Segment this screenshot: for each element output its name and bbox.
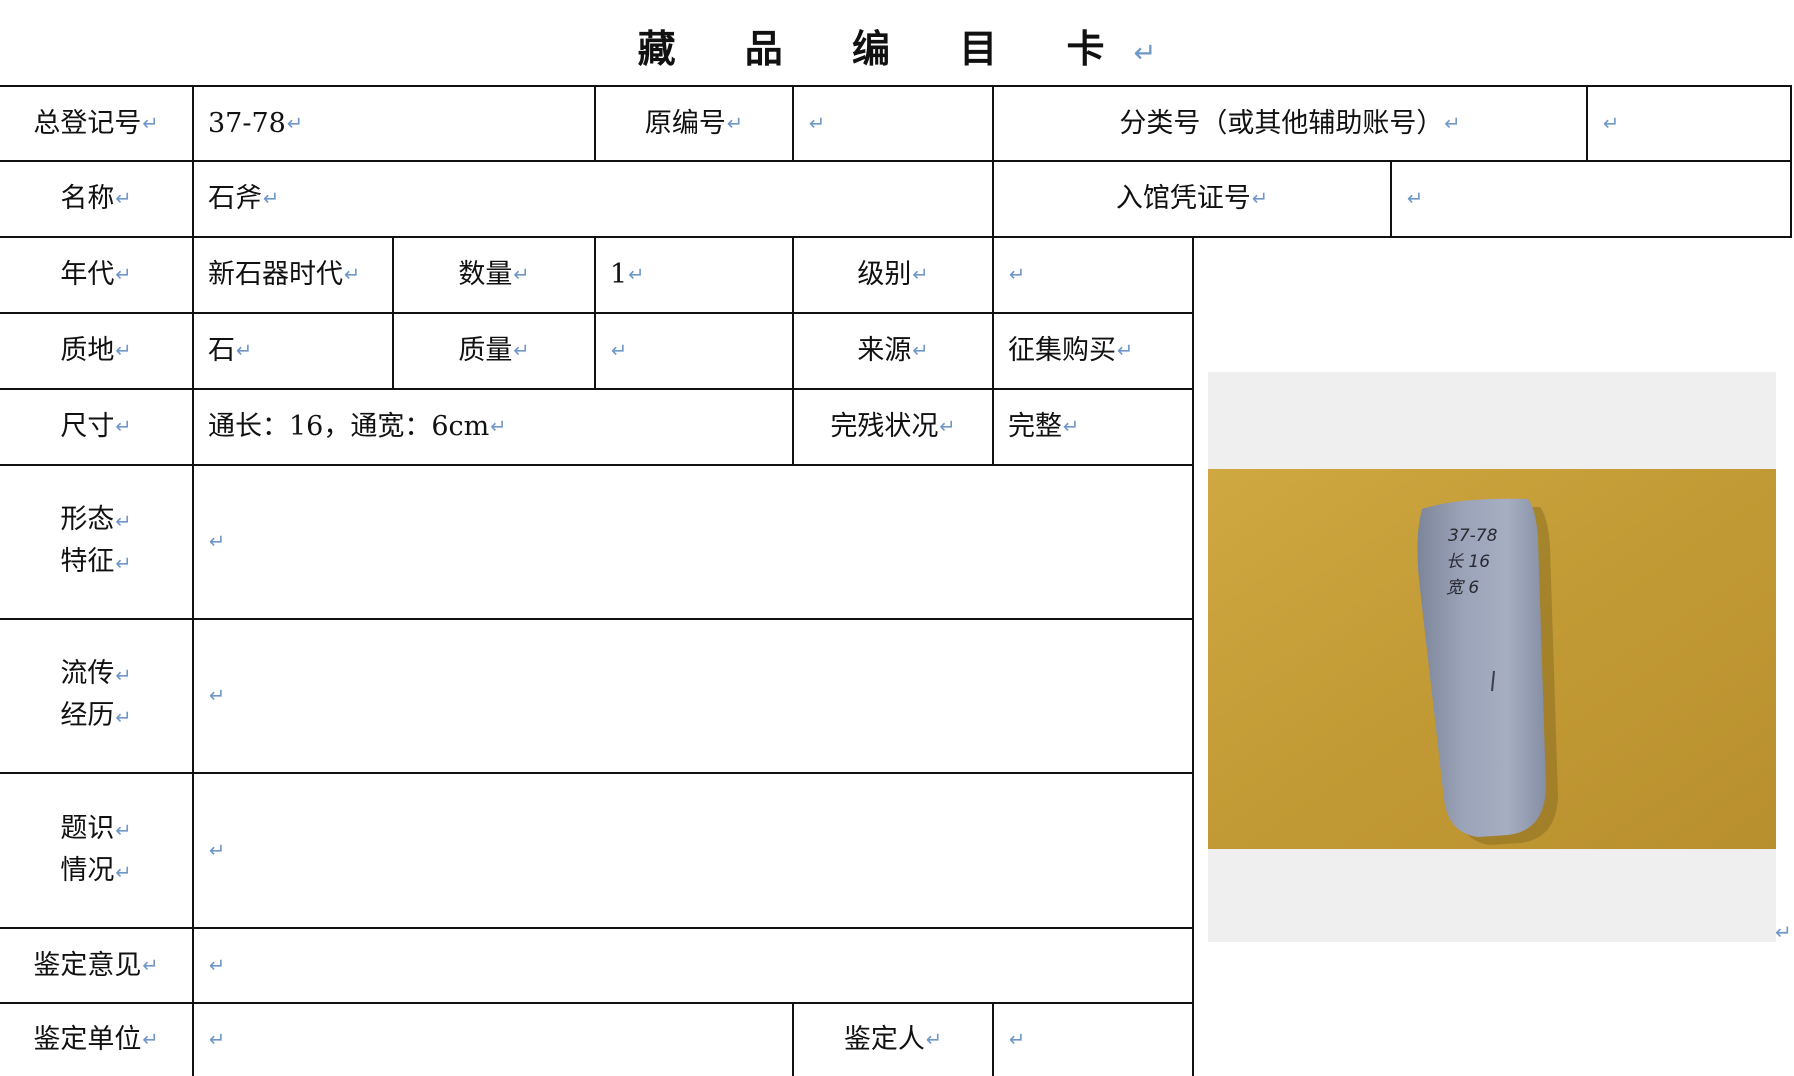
- paragraph-mark-icon: ↵: [209, 1028, 226, 1051]
- grade-label: 级别 ↵: [794, 238, 992, 312]
- grid-line: [1192, 236, 1194, 1076]
- paragraph-mark-icon: ↵: [1009, 263, 1026, 286]
- paragraph-mark-icon: ↵: [115, 339, 132, 362]
- paragraph-mark-icon: ↵: [142, 1028, 159, 1051]
- stone-axe-photo: 37-78 长 16 宽 6: [1208, 469, 1776, 849]
- opinion-value[interactable]: ↵: [194, 929, 1192, 1002]
- size-value[interactable]: 通长：16，通宽：6cm ↵: [194, 390, 792, 464]
- paragraph-mark-icon: ↵: [115, 664, 132, 687]
- name-value[interactable]: 石斧 ↵: [194, 162, 992, 236]
- history-label: 流传↵ 经历↵: [60, 658, 132, 731]
- paragraph-mark-icon: ↵: [1603, 111, 1620, 135]
- paragraph-mark-icon: ↵: [939, 415, 956, 438]
- inscription-value[interactable]: ↵: [194, 774, 1192, 927]
- orig-no-label: 原编号 ↵: [596, 87, 792, 160]
- paragraph-mark-icon: ↵: [209, 684, 226, 707]
- paragraph-mark-icon: ↵: [611, 339, 628, 362]
- paragraph-mark-icon: ↵: [236, 339, 253, 362]
- unit-label: 鉴定单位 ↵: [0, 1004, 192, 1076]
- size-label: 尺寸 ↵: [0, 390, 192, 464]
- paragraph-mark-icon: ↵: [115, 860, 132, 884]
- era-label: 年代 ↵: [0, 238, 192, 312]
- era-value[interactable]: 新石器时代 ↵: [194, 238, 392, 312]
- paragraph-mark-icon: ↵: [142, 111, 159, 135]
- mass-value[interactable]: ↵: [596, 314, 792, 388]
- paragraph-mark-icon: ↵: [209, 953, 226, 977]
- paragraph-mark-icon: ↵: [490, 415, 507, 438]
- grade-value[interactable]: ↵: [994, 238, 1192, 312]
- handwriting-line: 长 16: [1446, 552, 1490, 572]
- photo-frame: 37-78 长 16 宽 6: [1208, 372, 1776, 942]
- paragraph-mark-icon: ↵: [628, 263, 645, 286]
- appraiser-label: 鉴定人 ↵: [794, 1004, 992, 1076]
- paragraph-mark-icon: ↵: [1407, 187, 1424, 210]
- mass-label: 质量 ↵: [394, 314, 594, 388]
- paragraph-mark-icon: ↵: [115, 552, 132, 575]
- paragraph-mark-icon: ↵: [209, 530, 226, 553]
- inscription-label: 题识↵ 情况↵: [60, 812, 132, 886]
- paragraph-mark-icon: ↵: [263, 187, 280, 210]
- paragraph-mark-icon: ↵: [912, 263, 929, 286]
- condition-value[interactable]: 完整 ↵: [994, 390, 1192, 464]
- qty-label: 数量 ↵: [394, 238, 594, 312]
- paragraph-mark-icon: ↵: [912, 339, 929, 362]
- paragraph-mark-icon: ↵: [1009, 1028, 1026, 1051]
- paragraph-mark-icon: ↵: [1133, 38, 1157, 69]
- unit-value[interactable]: ↵: [194, 1004, 792, 1076]
- paragraph-mark-icon: ↵: [726, 111, 744, 135]
- paragraph-mark-icon: ↵: [286, 111, 304, 135]
- handwriting-line: 37-78: [1448, 526, 1498, 546]
- paragraph-mark-icon: ↵: [1444, 111, 1461, 135]
- class-no-label: 分类号（或其他辅助账号） ↵: [994, 87, 1586, 160]
- material-value[interactable]: 石 ↵: [194, 314, 392, 388]
- handwriting-line: 宽 6: [1446, 578, 1479, 598]
- paragraph-mark-icon: ↵: [1775, 920, 1792, 944]
- material-label: 质地 ↵: [0, 314, 192, 388]
- paragraph-mark-icon: ↵: [809, 111, 826, 135]
- paragraph-mark-icon: ↵: [142, 953, 159, 977]
- card-title: 藏 品 编 目 卡↵: [637, 26, 1157, 71]
- paragraph-mark-icon: ↵: [513, 263, 530, 286]
- reg-no-value[interactable]: 37-78 ↵: [194, 87, 594, 160]
- paragraph-mark-icon: ↵: [115, 415, 132, 438]
- source-value[interactable]: 征集购买 ↵: [994, 314, 1192, 388]
- paragraph-mark-icon: ↵: [115, 510, 132, 533]
- source-label: 来源 ↵: [794, 314, 992, 388]
- form-value[interactable]: ↵: [194, 466, 1192, 618]
- paragraph-mark-icon: ↵: [1117, 339, 1134, 362]
- voucher-label: 入馆凭证号 ↵: [994, 162, 1390, 236]
- paragraph-mark-icon: ↵: [1251, 187, 1269, 210]
- form-label: 形态↵ 特征↵: [60, 504, 132, 577]
- paragraph-mark-icon: ↵: [115, 818, 132, 842]
- class-no-value[interactable]: ↵: [1588, 87, 1790, 160]
- grid-line: [1790, 85, 1792, 236]
- paragraph-mark-icon: ↵: [209, 838, 226, 862]
- opinion-label: 鉴定意见 ↵: [0, 929, 192, 1002]
- paragraph-mark-icon: ↵: [513, 339, 530, 362]
- condition-label: 完残状况 ↵: [794, 390, 992, 464]
- appraiser-value[interactable]: ↵: [994, 1004, 1192, 1076]
- paragraph-mark-icon: ↵: [115, 187, 132, 210]
- paragraph-mark-icon: ↵: [925, 1028, 943, 1051]
- paragraph-mark-icon: ↵: [115, 706, 132, 729]
- voucher-value[interactable]: ↵: [1392, 162, 1790, 236]
- name-label: 名称 ↵: [0, 162, 192, 236]
- paragraph-mark-icon: ↵: [115, 263, 132, 286]
- qty-value[interactable]: 1 ↵: [596, 238, 792, 312]
- paragraph-mark-icon: ↵: [344, 263, 361, 286]
- reg-no-label: 总登记号 ↵: [0, 87, 192, 160]
- paragraph-mark-icon: ↵: [1063, 415, 1080, 438]
- orig-no-value[interactable]: ↵: [794, 87, 992, 160]
- history-value[interactable]: ↵: [194, 620, 1192, 772]
